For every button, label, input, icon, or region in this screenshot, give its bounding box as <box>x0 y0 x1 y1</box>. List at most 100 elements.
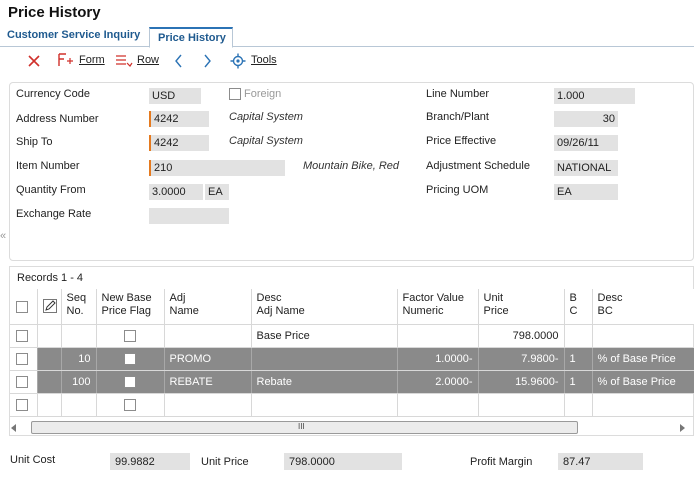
adj-name-cell[interactable] <box>164 324 252 348</box>
branch-plant-label: Branch/Plant <box>426 111 489 123</box>
row-select-cell[interactable] <box>10 370 38 394</box>
tab-price-history[interactable]: Price History <box>149 27 233 48</box>
new-base-flag-cell[interactable] <box>96 324 165 348</box>
unit-price-header[interactable]: Unit Price <box>478 289 565 325</box>
row-checkbox[interactable] <box>16 329 28 342</box>
table-row[interactable]: 100 REBATE Rebate 2.0000- 15.9600- 1 % o… <box>10 370 694 394</box>
select-all-header[interactable] <box>10 289 38 325</box>
tools-menu[interactable]: Tools <box>251 54 277 66</box>
desc-bc-cell[interactable] <box>592 393 694 417</box>
desc-bc-cell[interactable] <box>592 324 694 348</box>
row-select-cell[interactable] <box>10 324 38 348</box>
nb-header-line2: Price Flag <box>101 305 152 317</box>
form-icon[interactable] <box>57 52 75 68</box>
horizontal-scrollbar[interactable]: III <box>10 421 685 435</box>
form-menu[interactable]: Form <box>79 54 105 66</box>
foreign-checkbox[interactable] <box>229 88 241 100</box>
desc-bc-header[interactable]: Desc BC <box>592 289 694 325</box>
address-number-field[interactable]: 4242 <box>149 111 209 127</box>
up-header-line2: Price <box>483 305 509 317</box>
up-header-line1: Unit <box>483 292 504 304</box>
adj-name-header[interactable]: Adj Name <box>164 289 252 325</box>
branch-plant-field[interactable]: 30 <box>554 111 618 127</box>
adj-name-cell[interactable]: PROMO <box>164 347 252 371</box>
previous-icon[interactable] <box>174 54 184 68</box>
adj-name-cell[interactable] <box>164 393 252 417</box>
row-select-cell[interactable] <box>10 393 38 417</box>
factor-cell[interactable]: 1.0000- <box>397 347 479 371</box>
seq-cell[interactable]: 100 <box>61 370 97 394</box>
collapse-icon[interactable]: « <box>0 230 6 242</box>
new-base-price-flag-header[interactable]: New Base Price Flag <box>96 289 165 325</box>
row-checkbox[interactable] <box>16 375 28 388</box>
bc-cell[interactable]: 1 <box>564 347 593 371</box>
row-menu[interactable]: Row <box>137 54 159 66</box>
new-base-flag-checkbox[interactable] <box>124 375 136 388</box>
scroll-left-icon[interactable] <box>10 424 18 432</box>
new-base-flag-checkbox[interactable] <box>124 329 136 342</box>
select-all-checkbox[interactable] <box>16 301 28 314</box>
new-base-flag-checkbox[interactable] <box>124 352 136 365</box>
edit-pencil-icon <box>42 299 57 313</box>
factor-cell[interactable] <box>397 324 479 348</box>
new-base-flag-checkbox[interactable] <box>124 398 136 411</box>
row-edit-cell <box>37 324 62 348</box>
exchange-rate-field[interactable] <box>149 208 229 224</box>
table-row[interactable]: 10 PROMO 1.0000- 7.9800- 1 % of Base Pri… <box>10 347 694 371</box>
unit-price-label: Unit Price <box>201 456 249 468</box>
desc-cell[interactable] <box>251 347 398 371</box>
pricing-uom-field[interactable]: EA <box>554 184 618 200</box>
desc-cell[interactable]: Rebate <box>251 370 398 394</box>
row-menu-label: Row <box>137 54 160 66</box>
desc-cell[interactable]: Base Price <box>251 324 398 348</box>
adj-name-cell[interactable]: REBATE <box>164 370 252 394</box>
new-base-flag-cell[interactable] <box>96 393 165 417</box>
row-select-cell[interactable] <box>10 347 38 371</box>
price-effective-field[interactable]: 09/26/11 <box>554 135 618 151</box>
scroll-right-icon[interactable] <box>679 424 687 432</box>
new-base-flag-cell[interactable] <box>96 370 165 394</box>
bc-header[interactable]: BC <box>564 289 593 325</box>
factor-value-header[interactable]: Factor Value Numeric <box>397 289 479 325</box>
row-icon[interactable] <box>115 53 133 68</box>
quantity-uom-field[interactable]: EA <box>205 184 229 200</box>
unit-price-cell[interactable]: 798.0000 <box>478 324 565 348</box>
fv-header-line1: Factor Value <box>402 292 465 304</box>
item-number-field[interactable]: 210 <box>149 160 285 176</box>
seq-cell[interactable] <box>61 393 97 417</box>
row-checkbox[interactable] <box>16 398 28 411</box>
desc-bc-cell[interactable]: % of Base Price <box>592 347 694 371</box>
unit-price-cell[interactable]: 7.9800- <box>478 347 565 371</box>
ship-to-field[interactable]: 4242 <box>149 135 209 151</box>
desc-header-line1: Desc <box>256 292 282 304</box>
adjustment-schedule-field[interactable]: NATIONAL <box>554 160 618 176</box>
desc-bc-cell[interactable]: % of Base Price <box>592 370 694 394</box>
table-row[interactable] <box>10 393 694 417</box>
next-icon[interactable] <box>202 54 212 68</box>
close-icon[interactable] <box>28 55 40 67</box>
gear-icon[interactable] <box>230 53 246 69</box>
table-row[interactable]: Base Price 798.0000 <box>10 324 694 348</box>
factor-cell[interactable]: 2.0000- <box>397 370 479 394</box>
scrollbar-thumb[interactable]: III <box>31 421 578 434</box>
new-base-flag-cell[interactable] <box>96 347 165 371</box>
factor-cell[interactable] <box>397 393 479 417</box>
currency-code-field[interactable]: USD <box>149 88 201 104</box>
tab-customer-service-inquiry[interactable]: Customer Service Inquiry <box>7 29 140 41</box>
quantity-from-field[interactable]: 3.0000 <box>149 184 203 200</box>
desc-cell[interactable] <box>251 393 398 417</box>
unit-price-cell[interactable] <box>478 393 565 417</box>
seq-cell[interactable]: 10 <box>61 347 97 371</box>
line-number-field[interactable]: 1.000 <box>554 88 635 104</box>
seq-header-line2: No. <box>66 305 84 317</box>
row-checkbox[interactable] <box>16 352 28 365</box>
bc-cell[interactable]: 1 <box>564 370 593 394</box>
bc-header-line1: B <box>569 292 577 304</box>
desc-adj-name-header[interactable]: Desc Adj Name <box>251 289 398 325</box>
bc-cell[interactable] <box>564 393 593 417</box>
bc-cell[interactable] <box>564 324 593 348</box>
seq-cell[interactable] <box>61 324 97 348</box>
unit-price-cell[interactable]: 15.9600- <box>478 370 565 394</box>
seq-no-header[interactable]: Seq No. <box>61 289 97 325</box>
item-description: Mountain Bike, Red <box>303 160 399 172</box>
